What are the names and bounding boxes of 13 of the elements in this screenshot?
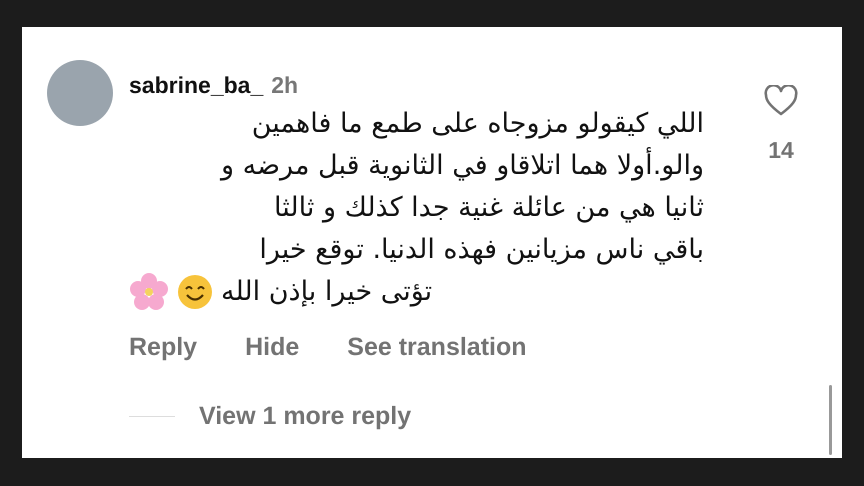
see-translation-link[interactable]: See translation — [347, 328, 527, 366]
heart-icon[interactable] — [764, 85, 798, 117]
flower-icon — [129, 272, 169, 312]
like-count: 14 — [768, 136, 794, 165]
smiling-face-icon — [177, 274, 213, 310]
comment-text-line: تؤتى خيرا بإذن الله — [221, 274, 432, 309]
comment-time: 2h — [271, 71, 298, 100]
comment-text: اللي كيقولو مزوجاه على طمع ما فاهمين والو.أولا هما اتلاقاو في الثانوية قبل مرضه و ثانيا هي من عائلة غنية جدا كذلك و ثالثا باقي ناس مزيانين فهذه الدنيا. توقع خيرا — [218, 106, 704, 267]
scrollbar[interactable] — [829, 385, 832, 455]
view-replies-link[interactable]: View 1 more reply — [199, 398, 412, 436]
reply-link[interactable]: Reply — [129, 328, 198, 366]
username[interactable]: sabrine_ba_ — [129, 74, 264, 97]
hide-link[interactable]: Hide — [245, 328, 300, 366]
